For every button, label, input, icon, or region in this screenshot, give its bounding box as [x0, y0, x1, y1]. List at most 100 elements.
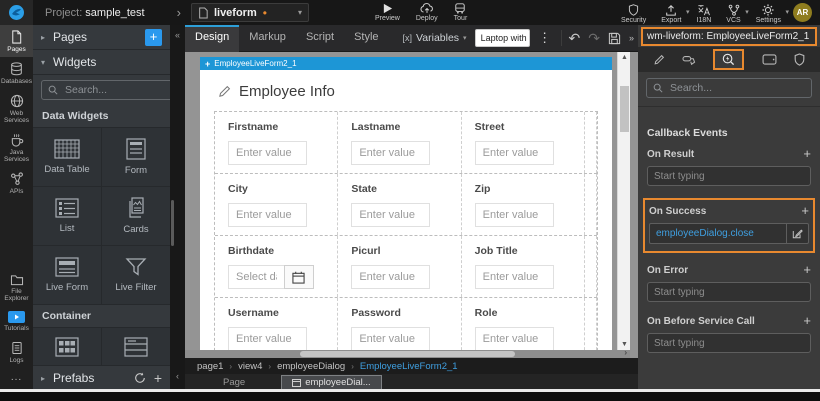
widget-list[interactable]: List	[33, 187, 101, 245]
deploy-button[interactable]: Deploy	[416, 3, 438, 22]
sidebar-item-file-explorer[interactable]: File Explorer	[0, 269, 33, 306]
device-selector[interactable]: Laptop with MDPI Screen ▾	[475, 29, 531, 47]
widget-grid-layout[interactable]	[33, 328, 101, 365]
refresh-icon[interactable]	[134, 372, 146, 384]
tab-device[interactable]	[762, 54, 777, 65]
scroll-down-icon[interactable]: ▼	[618, 341, 631, 348]
field-lastname: Lastname	[338, 112, 461, 173]
on-result-input[interactable]	[648, 171, 810, 182]
tab-script[interactable]: Script	[296, 25, 344, 52]
chevron-right-icon: ›	[351, 362, 354, 371]
add-on-success-icon[interactable]: +	[801, 205, 809, 217]
username-input[interactable]	[228, 327, 307, 351]
app-logo[interactable]	[0, 0, 33, 25]
calendar-button[interactable]	[284, 265, 314, 289]
strip-scrollbar[interactable]	[171, 200, 174, 246]
widget-live-form[interactable]: Live Form	[33, 246, 101, 304]
tab-markup[interactable]: Markup	[239, 25, 296, 52]
widget-cards[interactable]: Cards	[102, 187, 170, 245]
scroll-up-icon[interactable]: ▲	[618, 54, 631, 61]
tab-styles[interactable]	[682, 54, 696, 66]
state-input[interactable]	[351, 203, 430, 227]
sidebar-item-java-services[interactable]: Java Services	[0, 128, 33, 167]
firstname-input[interactable]	[228, 141, 307, 165]
breadcrumb-page1[interactable]: page1	[197, 361, 223, 372]
properties-search-input[interactable]	[668, 81, 805, 95]
birthdate-input[interactable]	[228, 265, 284, 289]
tab-properties[interactable]	[653, 54, 665, 66]
lastname-input[interactable]	[351, 141, 430, 165]
sidebar-item-apis[interactable]: APIs	[0, 167, 33, 199]
security-button[interactable]: Security	[621, 4, 646, 24]
tab-page[interactable]: Page	[213, 376, 255, 389]
edit-on-success-button[interactable]	[786, 224, 808, 243]
widgets-section-header[interactable]: ▾ Widgets	[33, 50, 170, 75]
calendar-icon	[292, 271, 305, 284]
vertical-scrollbar[interactable]: ▲ ▼	[617, 52, 630, 350]
redo-button[interactable]: ↷	[584, 31, 604, 45]
pages-section-header[interactable]: ▸ Pages +	[33, 25, 170, 50]
prefabs-section-header[interactable]: ▸ Prefabs +	[33, 366, 170, 389]
vertical-scroll-thumb[interactable]	[620, 86, 629, 132]
tour-button[interactable]: Tour	[454, 3, 468, 22]
widget-live-filter[interactable]: Live Filter	[102, 246, 170, 304]
more-tools-icon[interactable]: »	[625, 33, 638, 43]
move-icon: +	[205, 59, 210, 69]
preview-button[interactable]: Preview	[375, 3, 400, 22]
panel-collapse-strip: « ‹	[170, 25, 185, 389]
user-avatar[interactable]: AR	[793, 3, 812, 22]
horizontal-scroll-thumb[interactable]	[300, 351, 515, 357]
password-input[interactable]	[351, 327, 430, 351]
tab-style[interactable]: Style	[344, 25, 388, 52]
breadcrumb-view4[interactable]: view4	[238, 361, 262, 372]
sidebar-item-pages[interactable]: Pages	[0, 25, 33, 57]
variables-button[interactable]: [x] Variables ▾	[403, 32, 467, 44]
tab-employee-dialog[interactable]: employeeDial...	[281, 375, 381, 389]
add-page-button[interactable]: +	[145, 29, 162, 46]
tab-events[interactable]	[713, 49, 744, 70]
sidebar-item-logs[interactable]: Logs	[0, 336, 33, 368]
breadcrumb-employeedialog[interactable]: employeeDialog	[277, 361, 345, 372]
more-options-icon[interactable]: ...	[0, 368, 33, 389]
collapse-left-panel-icon[interactable]: «	[170, 30, 185, 40]
collapse-arrow-icon[interactable]: ‹	[170, 371, 185, 381]
add-on-error-icon[interactable]: +	[803, 264, 811, 276]
save-button[interactable]	[604, 32, 625, 45]
widget-search-input[interactable]	[63, 83, 170, 97]
city-input[interactable]	[228, 203, 307, 227]
liveform-widget-header[interactable]: + EmployeeLiveForm2_1	[200, 57, 612, 70]
sidebar-item-databases[interactable]: Databases	[0, 57, 33, 89]
event-on-result: On Result +	[638, 145, 820, 196]
widget-data-table[interactable]: Data Table	[33, 128, 101, 186]
horizontal-scrollbar[interactable]: ›	[185, 350, 630, 358]
job-title-input[interactable]	[475, 265, 554, 289]
sidebar-item-web-services[interactable]: Web Services	[0, 89, 33, 128]
data-widgets-header: Data Widgets	[33, 105, 170, 127]
page-selector-dropdown[interactable]: liveform • ▾	[191, 3, 309, 22]
scroll-right-icon[interactable]: ›	[624, 348, 627, 357]
picurl-input[interactable]	[351, 265, 430, 289]
on-success-value[interactable]: employeeDialog.close	[650, 228, 786, 239]
kebab-menu-icon[interactable]: ⋮	[538, 30, 551, 46]
on-before-service-call-input[interactable]	[648, 338, 810, 349]
settings-button[interactable]: ▾ Settings	[756, 4, 781, 24]
breadcrumb-employeeliveform[interactable]: EmployeeLiveForm2_1	[360, 361, 458, 372]
widget-form[interactable]: Form	[102, 128, 170, 186]
chevron-right-icon: ›	[177, 5, 181, 20]
undo-button[interactable]: ↶	[565, 31, 585, 45]
on-error-input[interactable]	[648, 287, 810, 298]
add-on-before-service-call-icon[interactable]: +	[803, 315, 811, 327]
i18n-button[interactable]: I18N	[697, 4, 712, 24]
add-on-result-icon[interactable]: +	[803, 148, 811, 160]
vcs-button[interactable]: ▾ VCS	[726, 4, 740, 24]
street-input[interactable]	[475, 141, 554, 165]
widget-panel[interactable]	[102, 328, 170, 365]
tab-security[interactable]	[794, 53, 805, 66]
tab-design[interactable]: Design	[185, 25, 239, 52]
zip-input[interactable]	[475, 203, 554, 227]
export-button[interactable]: ▾ Export	[661, 4, 681, 24]
sidebar-item-tutorials[interactable]: Tutorials	[0, 306, 33, 336]
role-input[interactable]	[475, 327, 554, 351]
add-prefab-button[interactable]: +	[154, 372, 162, 384]
grid-gutter	[585, 174, 597, 235]
